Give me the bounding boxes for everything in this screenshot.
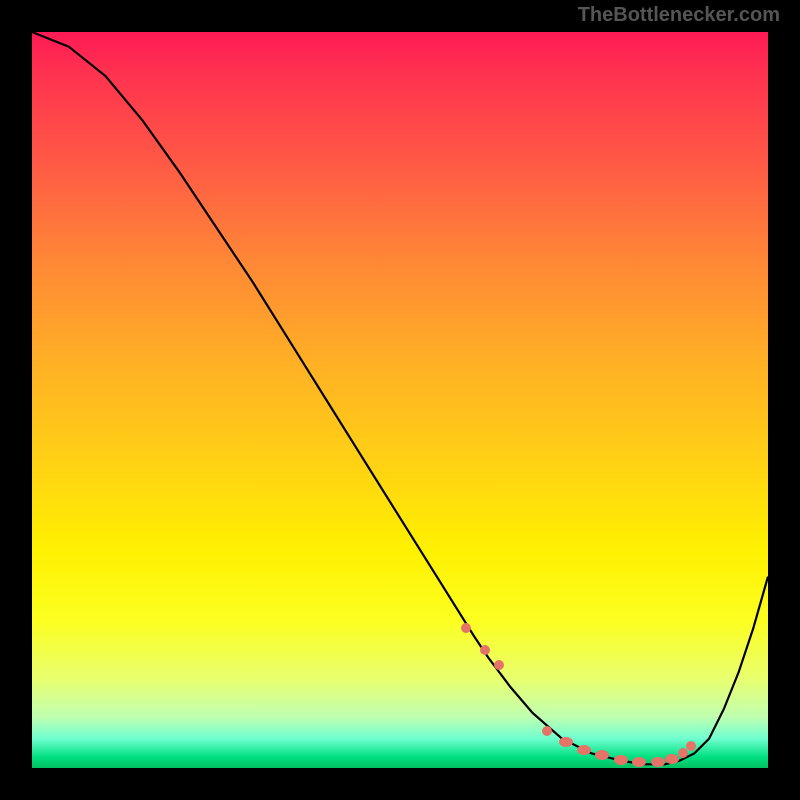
highlight-dot: [494, 660, 504, 670]
highlight-dot: [559, 737, 573, 747]
watermark-text: TheBottlenecker.com: [578, 4, 780, 27]
highlight-dot: [595, 750, 609, 760]
bottleneck-curve: [32, 32, 768, 768]
chart-plot-area: [32, 32, 768, 768]
highlight-dot: [632, 757, 646, 767]
highlight-dot: [577, 745, 591, 755]
highlight-dot: [480, 645, 490, 655]
highlight-dot: [614, 755, 628, 765]
highlight-dot: [461, 623, 471, 633]
highlight-dot: [686, 741, 696, 751]
highlight-dot: [651, 757, 665, 767]
highlight-dot: [542, 726, 552, 736]
highlight-dot: [665, 754, 679, 764]
highlight-dots-layer: [32, 32, 768, 768]
highlight-dot: [678, 748, 688, 758]
